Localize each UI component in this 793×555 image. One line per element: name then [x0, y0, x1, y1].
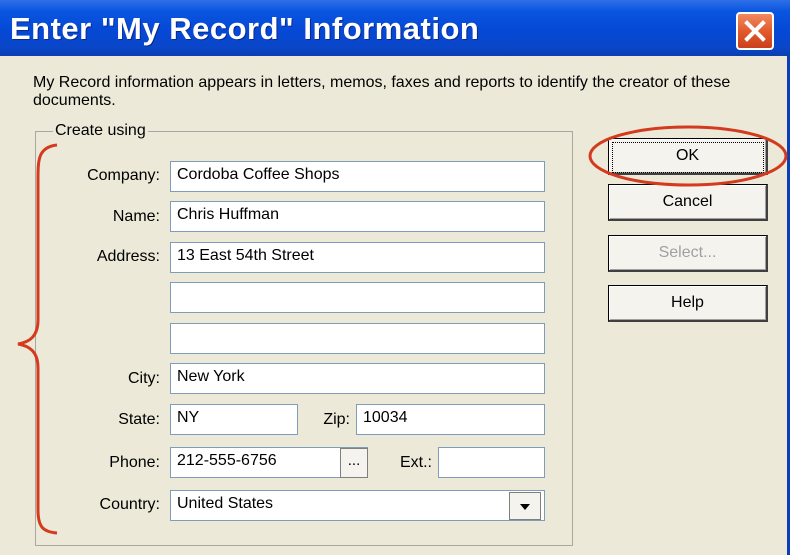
- dialog-window: Enter "My Record" Information My Record …: [0, 0, 790, 555]
- field-bracket: [17, 143, 58, 535]
- annotation-overlay: [17, 125, 788, 535]
- ok-highlight-ellipse: [588, 125, 788, 187]
